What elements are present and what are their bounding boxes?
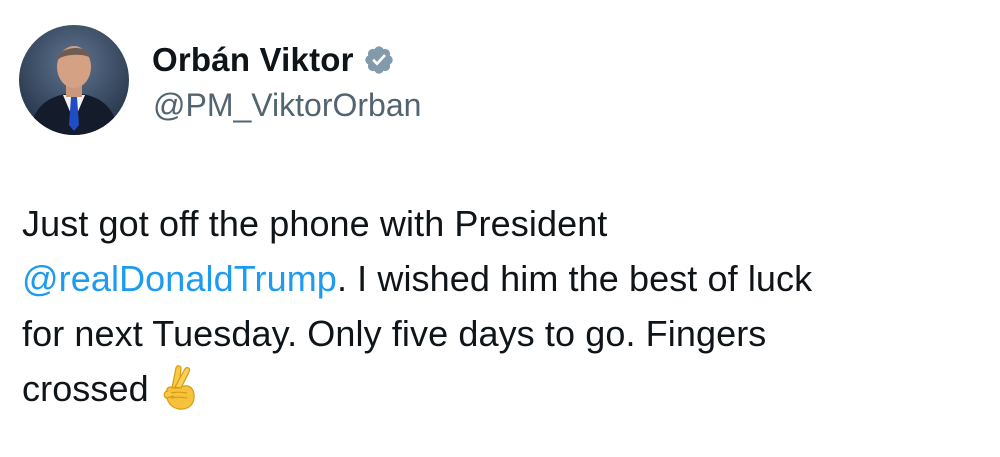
tweet-line-3: for next Tuesday. Only five days to go. … [22,313,767,354]
author-avatar[interactable] [19,25,129,135]
tweet-line-2: @realDonaldTrump. I wished him the best … [22,251,972,306]
author-name-row[interactable]: Orbán Viktor [152,40,395,80]
tweet-text: Just got off the phone with President @r… [22,196,972,416]
tweet-card: Orbán Viktor @PM_ViktorOrban Just got of… [0,0,1000,457]
tweet-line-4-text: crossed [22,368,149,409]
mention-link[interactable]: @realDonaldTrump [22,258,337,299]
profile-photo-icon [19,25,129,135]
author-display-name[interactable]: Orbán Viktor [152,41,354,79]
verified-badge-icon [363,44,395,76]
tweet-line-4: crossed [22,361,972,416]
author-handle[interactable]: @PM_ViktorOrban [153,87,421,124]
crossed-fingers-icon [159,363,199,411]
tweet-line-1: Just got off the phone with President [22,203,608,244]
tweet-line-2-text: . I wished him the best of luck [336,258,813,299]
